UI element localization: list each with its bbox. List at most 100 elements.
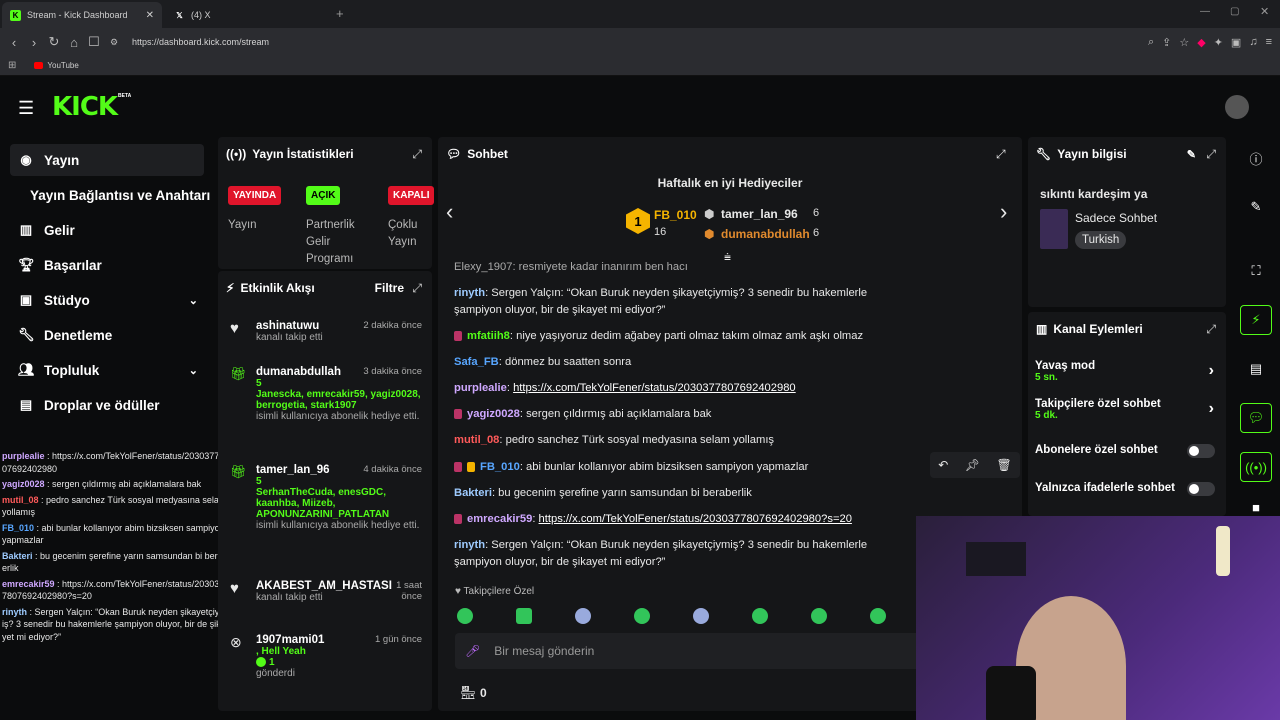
sidebar-item-droplar[interactable]: ▤ Droplar ve ödüller <box>10 389 204 421</box>
expand-icon[interactable]: ⤢ <box>412 147 422 162</box>
store-icon[interactable]: 🏪︎ <box>460 685 477 701</box>
chat-text: : Sergen Yalçın: “Okan Buruk neyden şika… <box>2 606 227 642</box>
media-icon[interactable]: ♫ <box>1249 36 1257 49</box>
emote-icon[interactable] <box>752 608 768 624</box>
chat-link[interactable]: https://x.com/TekYolFener/status/2030377… <box>539 513 852 525</box>
back-icon[interactable]: ‹ <box>4 35 24 50</box>
chat-bubble-icon[interactable]: 💬︎ <box>1240 403 1272 433</box>
brave-shield-icon[interactable]: ◆ <box>1197 36 1205 49</box>
chat-username[interactable]: mfatiih8 <box>467 330 510 342</box>
minimize-icon[interactable]: — <box>1200 6 1210 17</box>
emote-icon[interactable] <box>811 608 827 624</box>
list-item: Bakteri : bu gecenim şerefine yarın sams… <box>2 550 228 575</box>
reply-icon[interactable]: ↶ <box>938 458 948 472</box>
subscriber-chat-toggle[interactable] <box>1187 444 1215 458</box>
chat-username[interactable]: rinyth <box>454 287 485 299</box>
emote-icon[interactable] <box>634 608 650 624</box>
hamburger-menu-icon[interactable]: ☰ <box>18 98 34 119</box>
activity-feed-panel: ⚡︎ Etkinlik Akışı Filtre ⤢ ♥ ashinatuwu 2 … <box>218 271 432 711</box>
edit-icon[interactable]: ✎ <box>1187 148 1196 161</box>
emote-chat-toggle[interactable] <box>1187 482 1215 496</box>
microphone-icon[interactable]: 🎤︎ <box>465 644 480 658</box>
emote-icon[interactable] <box>870 608 886 624</box>
reload-icon[interactable]: ↻ <box>44 34 64 50</box>
url-field[interactable]: https://dashboard.kick.com/stream <box>132 37 269 47</box>
sidebar-item-topluluk[interactable]: 👥︎ Topluluk ⌄ <box>10 354 204 386</box>
site-info-icon[interactable]: ⚙ <box>104 37 124 48</box>
chevron-right-icon[interactable]: › <box>1000 199 1007 225</box>
chat-username[interactable]: purplealie <box>454 382 507 394</box>
new-tab-icon[interactable]: + <box>336 6 344 21</box>
tab-x[interactable]: 𝕏 (4) X <box>166 2 326 28</box>
close-tab-icon[interactable]: ✕ <box>146 10 154 21</box>
zoom-icon[interactable]: ⌕ <box>1148 36 1154 49</box>
sidebar-item-yayin[interactable]: ◉ Yayın <box>10 144 204 176</box>
apps-grid-icon[interactable]: ⊞ <box>8 60 16 71</box>
chat-username[interactable]: rinyth <box>454 539 485 551</box>
delete-icon[interactable]: 🗑︎ <box>997 458 1012 472</box>
menu-icon[interactable]: ≡ <box>1266 36 1272 49</box>
third-gifter-name[interactable]: dumanabdullah <box>721 227 810 241</box>
expand-icon[interactable]: ⤢ <box>1206 147 1216 162</box>
bookmark-youtube[interactable]: YouTube <box>34 61 79 70</box>
chat-input[interactable]: 🎤︎ Bir mesaj gönderin <box>455 633 935 669</box>
chevron-left-icon[interactable]: ‹ <box>446 199 453 225</box>
screenshot-icon[interactable]: ⛶ <box>1240 256 1272 286</box>
sidebar-item-basarilar[interactable]: 🏆︎ Başarılar <box>10 249 204 281</box>
close-window-icon[interactable]: ✕ <box>1260 5 1269 18</box>
sidebar-item-denetleme[interactable]: 🔧︎ Denetleme <box>10 319 204 351</box>
chat-username[interactable]: FB_010 <box>480 461 520 473</box>
kick-logo[interactable]: KICK <box>52 92 118 122</box>
avatar[interactable] <box>1225 95 1249 119</box>
forward-icon[interactable]: › <box>24 35 44 50</box>
chat-bubble-icon: 💬︎ <box>446 147 462 161</box>
slow-mode-setting[interactable]: Yavaş mod 5 sn. › <box>1035 360 1220 383</box>
edit-icon[interactable]: ✎ <box>1240 192 1272 222</box>
pin-icon[interactable]: 📌︎ <box>965 458 980 472</box>
emote-icon[interactable] <box>516 608 532 624</box>
sidebar-item-stream-key[interactable]: Yayın Bağlantısı ve Anahtarı <box>22 179 222 211</box>
sidebar-item-gelir[interactable]: ▥ Gelir <box>10 214 204 246</box>
category-name[interactable]: Sadece Sohbet <box>1075 211 1157 225</box>
expand-icon[interactable]: ⤢ <box>1206 322 1216 337</box>
chat-username[interactable]: yagiz0028 <box>467 408 520 420</box>
camera-icon[interactable]: ■ <box>1240 498 1272 516</box>
sidebar-item-studyo[interactable]: ▣ Stüdyo ⌄ <box>10 284 204 316</box>
chat-username[interactable]: mutil_08 <box>454 434 499 446</box>
chevron-down-icon[interactable]: ⌄ <box>189 364 198 377</box>
second-gifter-name[interactable]: tamer_lan_96 <box>721 207 798 221</box>
activity-recipients: 5 Janescka, emrecakir59, yagiz0028, berr… <box>256 378 421 411</box>
chat-username[interactable]: Safa_FB <box>454 356 499 368</box>
notes-icon[interactable]: ▤ <box>1240 354 1272 384</box>
list-item: 🎁︎ tamer_lan_96 4 dakika önce 5 SerhanTh… <box>230 464 422 531</box>
chat-message: mfatiih8: niye yaşıyoruz dedim ağabey pa… <box>454 328 914 345</box>
emote-icon[interactable] <box>693 608 709 624</box>
broadcast-icon[interactable]: ((•)) <box>1240 452 1272 482</box>
top-gifter-name[interactable]: FB_010 <box>654 208 697 222</box>
emote-icon[interactable] <box>575 608 591 624</box>
category-thumbnail[interactable] <box>1040 209 1068 249</box>
language-tag: Turkish <box>1075 231 1127 249</box>
sidebar-toggle-icon[interactable]: ▣ <box>1231 36 1241 49</box>
bookmark-star-icon[interactable]: ☆ <box>1179 36 1189 49</box>
chevron-down-icon[interactable]: ⌄ <box>189 294 198 307</box>
chat-link[interactable]: https://x.com/TekYolFener/status/2030377… <box>513 382 796 394</box>
followers-chat-setting[interactable]: Takipçilere özel sohbet 5 dk. › <box>1035 398 1220 421</box>
expand-icon[interactable]: ⤢ <box>412 281 422 296</box>
maximize-icon[interactable]: ▢ <box>1230 6 1239 17</box>
chevron-right-icon[interactable]: › <box>1209 362 1214 380</box>
chevron-right-icon[interactable]: › <box>1209 400 1214 418</box>
extensions-icon[interactable]: ✦ <box>1214 36 1223 49</box>
share-icon[interactable]: ⇪ <box>1162 36 1171 49</box>
emote-icon[interactable] <box>457 608 473 624</box>
chat-username[interactable]: emrecakir59 <box>467 513 532 525</box>
tab-kick-dashboard[interactable]: K Stream - Kick Dashboard ✕ <box>2 2 162 28</box>
activity-user[interactable]: AKABEST_AM_HASTASI <box>256 580 396 592</box>
expand-icon[interactable]: ⤢ <box>996 147 1006 162</box>
lightning-icon[interactable]: ⚡︎ <box>1240 305 1272 335</box>
info-icon[interactable]: ⓘ <box>1240 143 1272 173</box>
chat-username[interactable]: Bakteri <box>454 487 492 499</box>
home-icon[interactable]: ⌂ <box>64 35 84 50</box>
filter-button[interactable]: Filtre <box>375 281 404 295</box>
bookmark-icon[interactable]: ☐ <box>84 34 104 50</box>
